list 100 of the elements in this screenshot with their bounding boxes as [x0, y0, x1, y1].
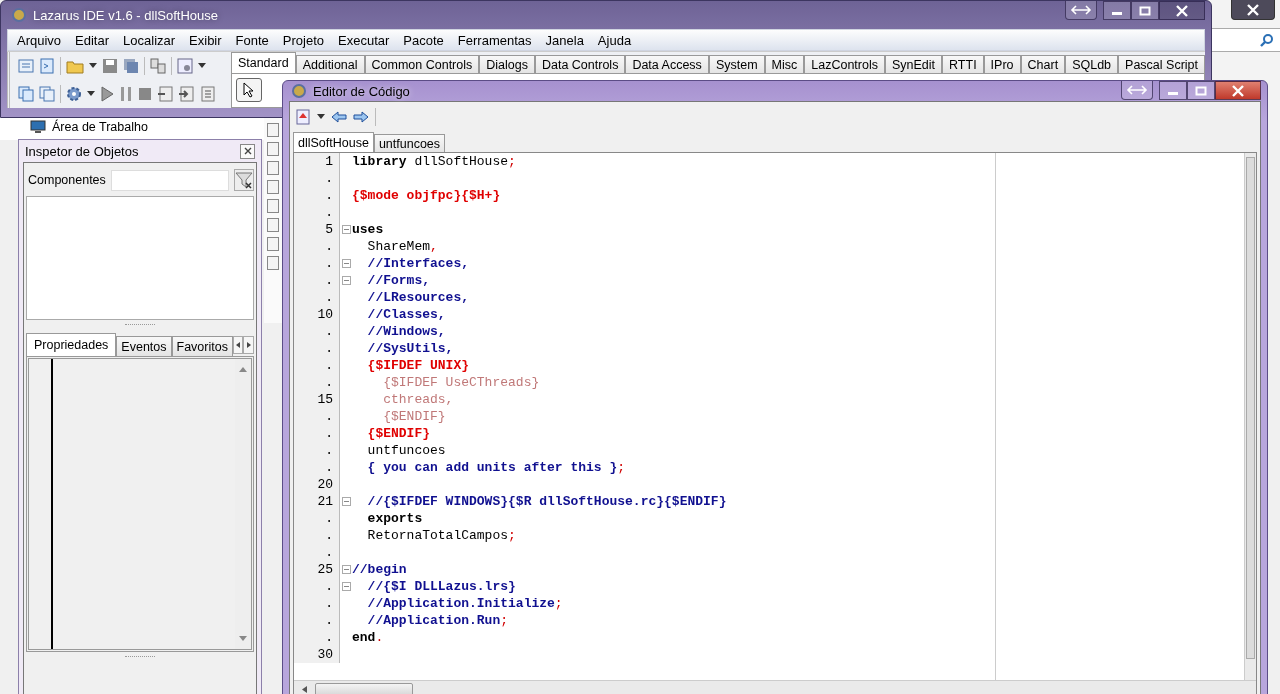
palette-tab[interactable]: RTTI — [942, 55, 984, 73]
palette-tab[interactable]: Misc — [764, 55, 805, 73]
monitor-icon — [30, 120, 46, 134]
caret-icon[interactable] — [89, 63, 97, 69]
line-number: . — [294, 527, 340, 544]
caret-icon[interactable] — [198, 63, 206, 69]
back-arrow-icon[interactable] — [331, 110, 347, 124]
component-icon[interactable] — [267, 256, 279, 270]
caret-icon[interactable] — [317, 114, 325, 120]
filter-field[interactable] — [110, 169, 229, 191]
forward-arrow-icon[interactable] — [353, 110, 369, 124]
fold-icon[interactable] — [341, 259, 351, 268]
fold-icon[interactable] — [341, 225, 351, 234]
line-number: . — [294, 612, 340, 629]
file-tab[interactable]: untfuncoes — [373, 134, 446, 152]
line-number: . — [294, 323, 340, 340]
component-icon[interactable] — [267, 218, 279, 232]
palette-tab[interactable]: Data Controls — [534, 55, 626, 73]
search-field[interactable] — [1211, 28, 1280, 52]
units-icon[interactable] — [18, 86, 34, 102]
gear-icon[interactable] — [66, 86, 82, 102]
fold-icon[interactable] — [341, 582, 351, 591]
menu-item[interactable]: Fonte — [228, 32, 276, 48]
palette-tab[interactable]: Standard — [230, 52, 296, 73]
menu-item[interactable]: Ajuda — [590, 32, 639, 48]
resize-button[interactable] — [1065, 1, 1097, 20]
inspector-tab[interactable]: Propriedades — [26, 333, 117, 356]
inspector-tab[interactable]: Favoritos — [171, 336, 233, 356]
filter-button[interactable] — [233, 169, 254, 191]
caret-icon[interactable] — [87, 91, 95, 97]
form-icon[interactable] — [18, 58, 34, 74]
menu-item[interactable]: Executar — [331, 32, 397, 48]
stop-icon[interactable] — [138, 86, 152, 102]
maximize-button[interactable] — [1131, 1, 1159, 20]
palette-tab[interactable]: Chart — [1020, 55, 1066, 73]
menu-item[interactable]: Exibir — [182, 32, 229, 48]
scroll-up-icon[interactable] — [239, 367, 247, 372]
palette-tab[interactable]: LazControls — [804, 55, 885, 73]
close-button[interactable] — [1159, 1, 1205, 20]
palette-tab[interactable]: Data Access — [625, 55, 709, 73]
play-icon[interactable] — [100, 86, 114, 102]
close-button[interactable] — [1215, 81, 1261, 100]
menu-item[interactable]: Arquivo — [10, 32, 69, 48]
fold-icon[interactable] — [341, 497, 351, 506]
code-line: cthreads, — [382, 392, 454, 407]
resize-button[interactable] — [1121, 81, 1153, 100]
settings-icon[interactable] — [177, 58, 193, 74]
minimize-button[interactable] — [1159, 81, 1187, 100]
tree-item[interactable]: Área de Trabalho — [30, 120, 148, 134]
step-icon[interactable] — [157, 86, 173, 102]
minimize-icon — [1112, 12, 1122, 15]
component-icon[interactable] — [267, 180, 279, 194]
menu-item[interactable]: Pacote — [396, 32, 451, 48]
scrollbar[interactable] — [294, 680, 1256, 694]
disks-icon[interactable] — [123, 58, 139, 74]
palette-tab[interactable]: Dialogs — [479, 55, 535, 73]
menu-item[interactable]: Projeto — [275, 32, 332, 48]
document-icon[interactable] — [39, 58, 55, 74]
fold-icon[interactable] — [341, 276, 351, 285]
scroll-left-button[interactable] — [232, 336, 244, 354]
code-line: //Application.Initialize; — [366, 596, 563, 611]
palette-tab[interactable]: Additional — [295, 55, 365, 73]
palette-tab[interactable]: SynEdit — [884, 55, 943, 73]
minimize-button[interactable] — [1103, 1, 1131, 20]
menu-item[interactable]: Ferramentas — [450, 32, 539, 48]
code-line: //Application.Run; — [366, 613, 509, 628]
maximize-button[interactable] — [1187, 81, 1215, 100]
palette-tab[interactable]: IPro — [983, 55, 1021, 73]
pointer-icon — [242, 82, 255, 98]
menu-item[interactable]: Localizar — [116, 32, 183, 48]
pause-icon[interactable] — [119, 86, 133, 102]
close-button[interactable] — [1231, 0, 1275, 20]
bookmark-icon[interactable] — [295, 109, 311, 125]
palette-tab[interactable]: SQLdb — [1065, 55, 1119, 73]
step-icon[interactable] — [178, 86, 194, 102]
scroll-right-button[interactable] — [243, 336, 254, 354]
component-list[interactable] — [26, 196, 254, 320]
palette-tab[interactable]: System — [708, 55, 765, 73]
palette-tab[interactable]: Pascal Script — [1118, 55, 1205, 73]
scrollbar[interactable] — [1244, 153, 1256, 680]
inspector-tab[interactable]: Eventos — [116, 336, 172, 356]
component-icon[interactable] — [267, 142, 279, 156]
swap-icon[interactable] — [150, 58, 166, 74]
menu-item[interactable]: Editar — [68, 32, 117, 48]
scroll-down-icon[interactable] — [239, 636, 247, 641]
pointer-button[interactable] — [235, 78, 262, 102]
component-icon[interactable] — [267, 123, 279, 137]
component-icon[interactable] — [267, 199, 279, 213]
maximize-icon — [1195, 85, 1207, 96]
close-button[interactable] — [240, 143, 255, 159]
left-arrow-icon[interactable] — [302, 686, 307, 693]
component-icon[interactable] — [267, 237, 279, 251]
menu-item[interactable]: Janela — [538, 32, 591, 48]
palette-tab[interactable]: Common Controls — [364, 55, 480, 73]
component-icon[interactable] — [267, 161, 279, 175]
fold-icon[interactable] — [341, 565, 351, 574]
file-tab[interactable]: dllSoftHouse — [293, 132, 374, 152]
line-number: . — [294, 255, 340, 272]
forms-icon[interactable] — [39, 86, 55, 102]
folder-icon[interactable] — [66, 58, 84, 74]
